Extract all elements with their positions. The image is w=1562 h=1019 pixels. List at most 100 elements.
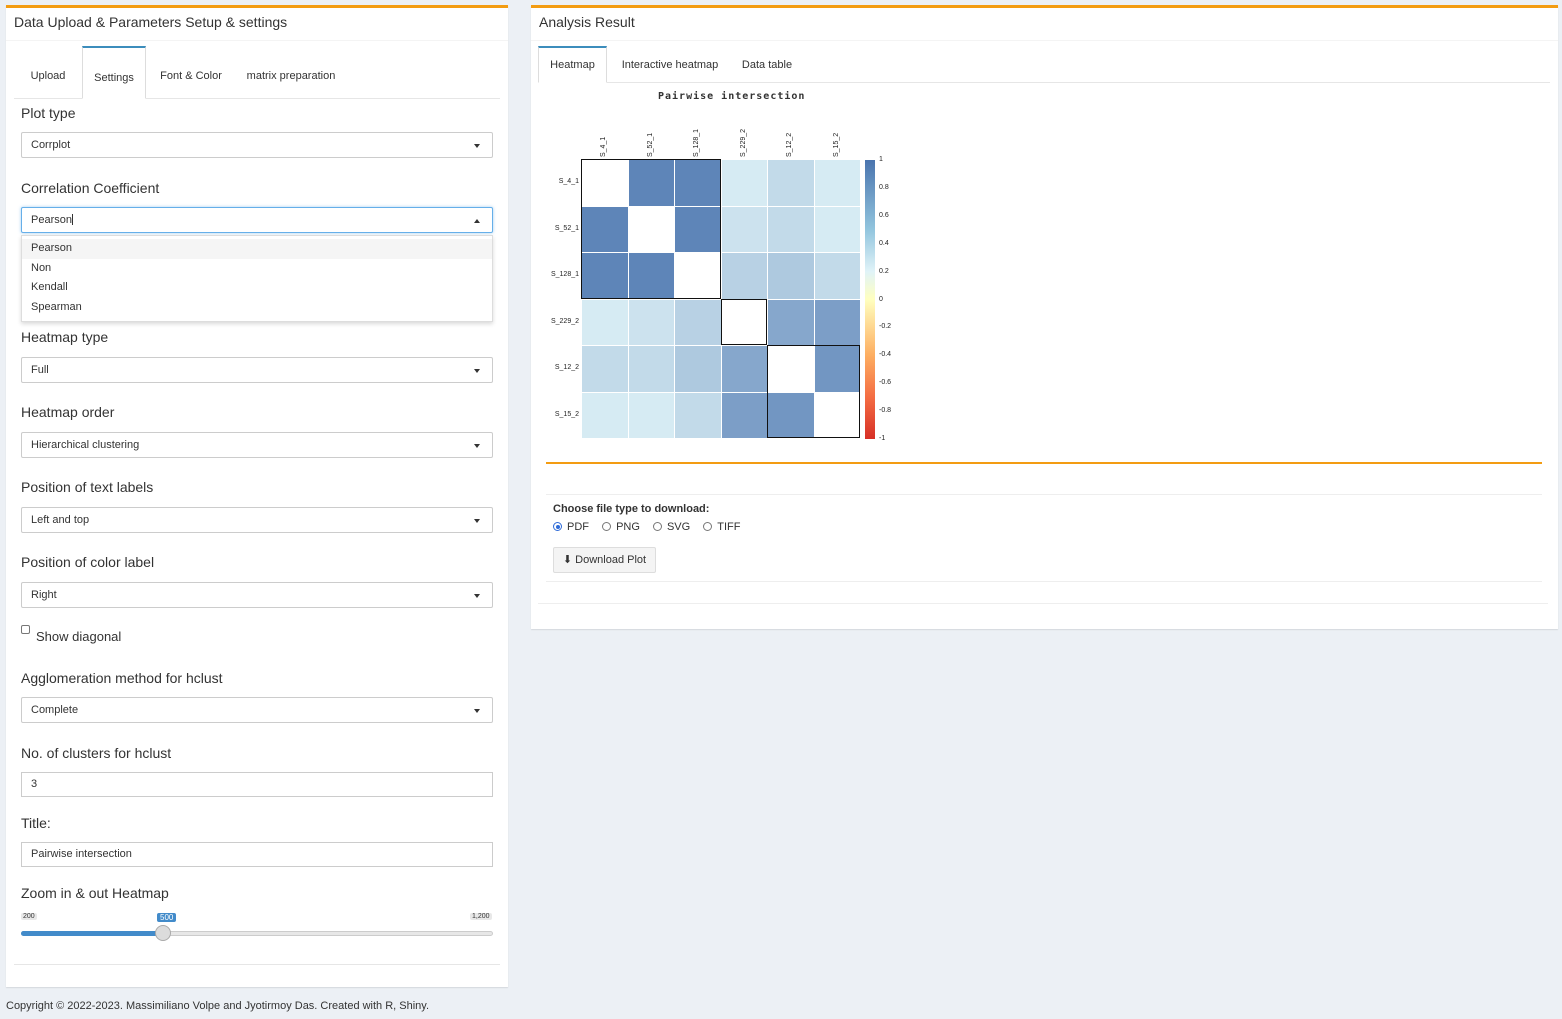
tab-font-color[interactable]: Font & Color: [146, 46, 236, 98]
colorbar-tick-label: 0.6: [879, 211, 889, 219]
heatmap-order-select[interactable]: Hierarchical clustering: [21, 432, 493, 458]
agglomeration-label: Agglomeration method for hclust: [21, 670, 223, 686]
heatmap-order-label: Heatmap order: [21, 404, 115, 420]
heatmap-cell: [721, 206, 767, 252]
column-label: S_229_2: [739, 128, 747, 157]
colorbar: [865, 160, 875, 439]
heatmap-cell: [675, 346, 721, 392]
colorbar-tick-label: -0.6: [879, 379, 892, 387]
clusters-label: No. of clusters for hclust: [21, 745, 172, 761]
title-input[interactable]: Pairwise intersection: [21, 842, 493, 867]
heatmap-cell: [582, 346, 628, 392]
show-diagonal-label: Show diagonal: [36, 629, 122, 644]
result-panel-title: Analysis Result: [531, 8, 1558, 41]
heatmap-cell: [814, 253, 860, 299]
cluster-rectangle: [767, 345, 860, 438]
colorbar-tick-label: 0: [879, 295, 883, 303]
radio-png[interactable]: PNG: [602, 521, 640, 533]
heatmap-cell: [814, 299, 860, 345]
zoom-slider-fill: [21, 931, 163, 936]
option-non[interactable]: Non: [22, 259, 492, 279]
result-tabs: Heatmap Interactive heatmap Data table: [538, 46, 1550, 83]
divider: [14, 964, 500, 965]
zoom-value-label: 500: [157, 913, 177, 922]
agglomeration-select[interactable]: Complete: [21, 697, 493, 723]
tab-interactive-heatmap[interactable]: Interactive heatmap: [611, 46, 729, 82]
colorbar-tick-label: -0.8: [879, 407, 892, 415]
heatmap-cell: [628, 299, 674, 345]
tab-heatmap[interactable]: Heatmap: [538, 46, 607, 83]
zoom-max-label: 1,200: [470, 913, 492, 920]
heatmap-cell: [814, 160, 860, 206]
tab-matrix-preparation[interactable]: matrix preparation: [236, 46, 346, 98]
download-icon: ⬇: [562, 554, 573, 566]
column-label: S_12_2: [786, 132, 794, 157]
zoom-label: Zoom in & out Heatmap: [21, 885, 169, 901]
heatmap-type-label: Heatmap type: [21, 329, 109, 345]
heatmap-cell: [768, 160, 814, 206]
option-pearson[interactable]: Pearson: [22, 239, 492, 259]
zoom-slider-handle[interactable]: [154, 925, 171, 941]
chevron-down-icon: [474, 519, 480, 523]
colorbar-tick-label: 1: [879, 156, 883, 163]
footer-copyright: Copyright © 2022-2023. Massimiliano Volp…: [6, 1000, 430, 1012]
show-diagonal-checkbox[interactable]: [21, 625, 30, 634]
color-label-position-label: Position of color label: [21, 554, 155, 570]
row-label: S_4_1: [558, 178, 579, 186]
tab-settings[interactable]: Settings: [82, 46, 146, 99]
heatmap-cell: [768, 206, 814, 252]
colorbar-tick-label: 0.4: [879, 239, 889, 247]
heatmap-cell: [721, 160, 767, 206]
tab-upload[interactable]: Upload: [14, 46, 82, 98]
radio-selected-icon: [553, 522, 562, 531]
download-plot-button[interactable]: ⬇ Download Plot: [553, 547, 656, 573]
radio-svg[interactable]: SVG: [652, 521, 690, 533]
download-type-label: Choose file type to download:: [553, 503, 710, 515]
clusters-input[interactable]: 3: [21, 772, 493, 797]
heatmap-cell: [628, 392, 674, 438]
divider: [546, 494, 1542, 495]
heatmap-cell: [721, 392, 767, 438]
correlation-dropdown: Pearson Non Kendall Spearman: [21, 235, 493, 322]
title-label: Title:: [21, 815, 51, 831]
option-kendall[interactable]: Kendall: [22, 278, 492, 298]
radio-icon: [652, 522, 662, 531]
text-labels-position-select[interactable]: Left and top: [21, 507, 493, 533]
chevron-down-icon: [474, 444, 480, 448]
correlation-select[interactable]: Pearson: [21, 207, 493, 233]
chevron-down-icon: [474, 709, 480, 713]
chevron-up-icon: [474, 219, 480, 223]
chart-title: Pairwise intersection: [658, 91, 806, 102]
column-label: S_52_1: [646, 132, 654, 157]
colorbar-tick-label: -1: [879, 435, 886, 442]
radio-tiff[interactable]: TIFF: [703, 521, 740, 533]
heatmap-cell: [768, 253, 814, 299]
row-label: S_12_2: [554, 364, 579, 372]
settings-tabs: Upload Settings Font & Color matrix prep…: [14, 46, 500, 99]
plot-type-select[interactable]: Corrplot: [21, 132, 493, 158]
text-cursor: [71, 214, 73, 225]
heatmap-cell: [582, 392, 628, 438]
divider: [546, 462, 1542, 464]
color-label-position-select[interactable]: Right: [21, 582, 493, 608]
colorbar-tick-label: -0.4: [879, 351, 892, 359]
corrplot-chart: Pairwise intersection S_4_1 S_4_1 S_52_1 S_…: [540, 85, 900, 455]
tab-data-table[interactable]: Data table: [731, 46, 803, 82]
row-label: S_128_1: [550, 271, 579, 279]
heatmap-cell: [582, 299, 628, 345]
row-label: S_52_1: [554, 224, 579, 232]
heatmap-cell: [768, 299, 814, 345]
heatmap-cell: [814, 206, 860, 252]
radio-pdf[interactable]: PDF: [553, 521, 589, 533]
radio-icon: [703, 522, 713, 531]
option-spearman[interactable]: Spearman: [22, 298, 492, 318]
plot-type-label: Plot type: [21, 105, 76, 121]
heatmap-type-select[interactable]: Full: [21, 357, 493, 383]
cluster-rectangle: [581, 159, 721, 299]
heatmap-cell: [721, 253, 767, 299]
column-label: S_4_1: [600, 136, 608, 157]
divider: [538, 603, 1548, 604]
heatmap-cell: [721, 346, 767, 392]
row-label: S_15_2: [554, 410, 579, 418]
settings-panel-title: Data Upload & Parameters Setup & setting…: [6, 8, 508, 41]
